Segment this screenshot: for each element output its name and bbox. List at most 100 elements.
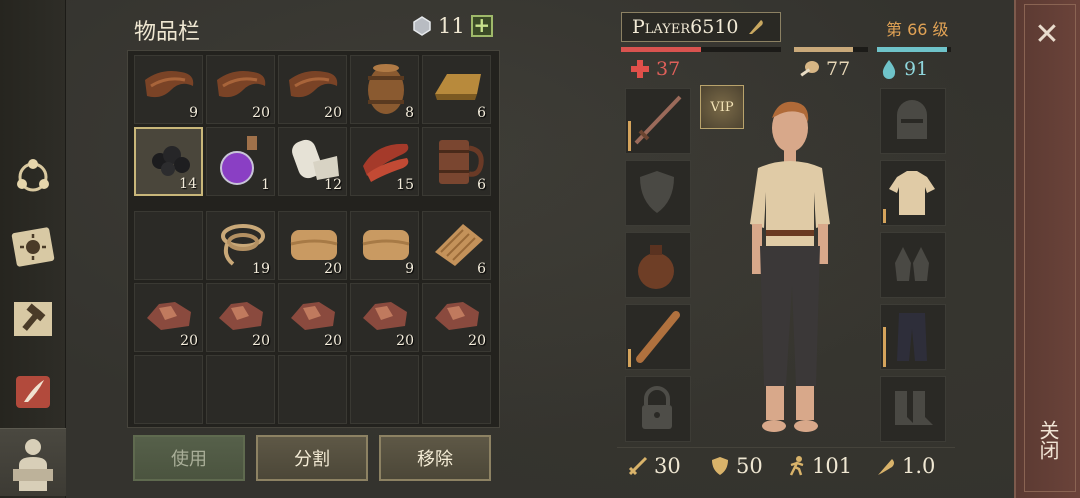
use-button[interactable]: 使用: [133, 435, 245, 481]
inventory-slot[interactable]: 6: [422, 211, 491, 280]
inventory-slot[interactable]: 9: [350, 211, 419, 280]
leather-icon: [289, 71, 338, 98]
slot-count-value: 11: [438, 14, 465, 38]
inventory-slot-empty[interactable]: [206, 355, 275, 424]
gem-icon: [413, 16, 431, 36]
item-count: 9: [189, 105, 198, 121]
quests-tab-button[interactable]: [6, 364, 60, 418]
inventory-slot[interactable]: 19: [206, 211, 275, 280]
club-icon: [636, 311, 680, 363]
water-drop-icon: [882, 60, 896, 79]
add-slots-button[interactable]: +: [470, 15, 493, 37]
helmet-slot[interactable]: [880, 88, 946, 154]
boots-slot[interactable]: [880, 376, 946, 442]
inventory-slot[interactable]: 20: [134, 283, 203, 352]
legs-slot[interactable]: [880, 304, 946, 370]
locked-slot[interactable]: [625, 376, 691, 442]
drumstick-icon: [800, 61, 819, 77]
durability-bar: [883, 209, 886, 223]
inventory-slot[interactable]: 15: [350, 127, 419, 196]
item-count: 9: [405, 261, 414, 277]
copper-ore-icon: [435, 302, 479, 330]
attack-stat: 30: [627, 454, 681, 478]
shirt-icon: [889, 171, 935, 215]
player-name: Player6510: [632, 16, 739, 38]
skills-tab-button[interactable]: [6, 150, 60, 204]
durability-bar: [883, 327, 886, 367]
item-count: 14: [179, 176, 197, 192]
sword-stat-icon: [628, 456, 648, 476]
running-icon: [789, 456, 804, 476]
player-level: 第 66 级: [886, 20, 949, 39]
inventory-slot-empty[interactable]: [134, 211, 203, 280]
quill-edit-icon: [748, 20, 763, 34]
inventory-slot-empty[interactable]: [134, 355, 203, 424]
inventory-slot[interactable]: 20: [206, 283, 275, 352]
close-label[interactable]: 关闭: [1034, 420, 1063, 460]
offhand-slot[interactable]: [625, 304, 691, 370]
item-count: 6: [477, 105, 486, 121]
inventory-slot-empty[interactable]: [278, 355, 347, 424]
inventory-slot[interactable]: 20: [422, 283, 491, 352]
item-count: 12: [324, 177, 342, 193]
item-count: 19: [252, 261, 270, 277]
gloves-icon: [895, 247, 929, 281]
shield-stat-icon: [712, 457, 728, 475]
hunger-stat: 77: [798, 58, 850, 80]
remove-button[interactable]: 移除: [379, 435, 491, 481]
combat-stats: 30 50 101 1.0: [617, 447, 955, 487]
crafting-tab-button[interactable]: [6, 292, 60, 346]
gloves-slot[interactable]: [880, 232, 946, 298]
player-name-box[interactable]: Player6510: [621, 12, 781, 42]
inventory-title: 物品栏: [134, 20, 201, 45]
inventory-slot[interactable]: 20: [278, 211, 347, 280]
shield-slot[interactable]: [625, 160, 691, 226]
inventory-slot-empty[interactable]: [350, 355, 419, 424]
close-icon[interactable]: ✕: [1030, 18, 1064, 52]
copper-ore-icon: [363, 302, 407, 330]
inventory-slot[interactable]: 6: [422, 55, 491, 124]
shield-icon: [640, 171, 674, 213]
copper-ore-icon: [291, 302, 335, 330]
speed-stat: 101: [785, 454, 852, 478]
atom-icon: [17, 159, 49, 192]
helmet-icon: [897, 100, 927, 139]
defense-value: 50: [736, 454, 763, 478]
inventory-slot[interactable]: 20: [278, 283, 347, 352]
pants-icon: [897, 313, 927, 361]
split-button[interactable]: 分割: [256, 435, 368, 481]
speed-value: 101: [812, 454, 853, 478]
recipes-tab-button[interactable]: [6, 220, 60, 274]
chest-slot[interactable]: [880, 160, 946, 226]
bronze-ingot-icon: [435, 74, 481, 100]
weapon-slot[interactable]: [625, 88, 691, 154]
left-sidebar: [0, 0, 66, 498]
item-count: 8: [405, 105, 414, 121]
inventory-slot[interactable]: 20: [206, 55, 275, 124]
hammer-map-icon: [14, 302, 52, 336]
inventory-slot[interactable]: 9: [134, 55, 203, 124]
inventory-slot[interactable]: 1: [206, 127, 275, 196]
leather-icon: [145, 71, 194, 98]
item-count: 20: [396, 333, 414, 349]
item-count: 20: [324, 105, 342, 121]
character-model: [750, 101, 830, 432]
inventory-slot[interactable]: 6: [422, 127, 491, 196]
inventory-tab-button[interactable]: [0, 428, 66, 496]
inventory-slot[interactable]: 12: [278, 127, 347, 196]
inventory-slot-empty[interactable]: [422, 355, 491, 424]
weight-stat: 1.0: [875, 454, 935, 478]
scroll-quill-icon: [16, 376, 50, 408]
item-count: 20: [252, 105, 270, 121]
item-count: 15: [396, 177, 414, 193]
sword-icon: [634, 95, 682, 145]
inventory-slot[interactable]: 20: [278, 55, 347, 124]
thirst-bar: [877, 47, 951, 52]
bag-slot[interactable]: [625, 232, 691, 298]
item-count: 20: [252, 333, 270, 349]
inventory-slot-selected[interactable]: 14: [134, 127, 203, 196]
copper-ore-icon: [147, 302, 191, 330]
inventory-slot[interactable]: 20: [350, 283, 419, 352]
health-stat: 37: [630, 58, 680, 80]
inventory-slot[interactable]: 8: [350, 55, 419, 124]
